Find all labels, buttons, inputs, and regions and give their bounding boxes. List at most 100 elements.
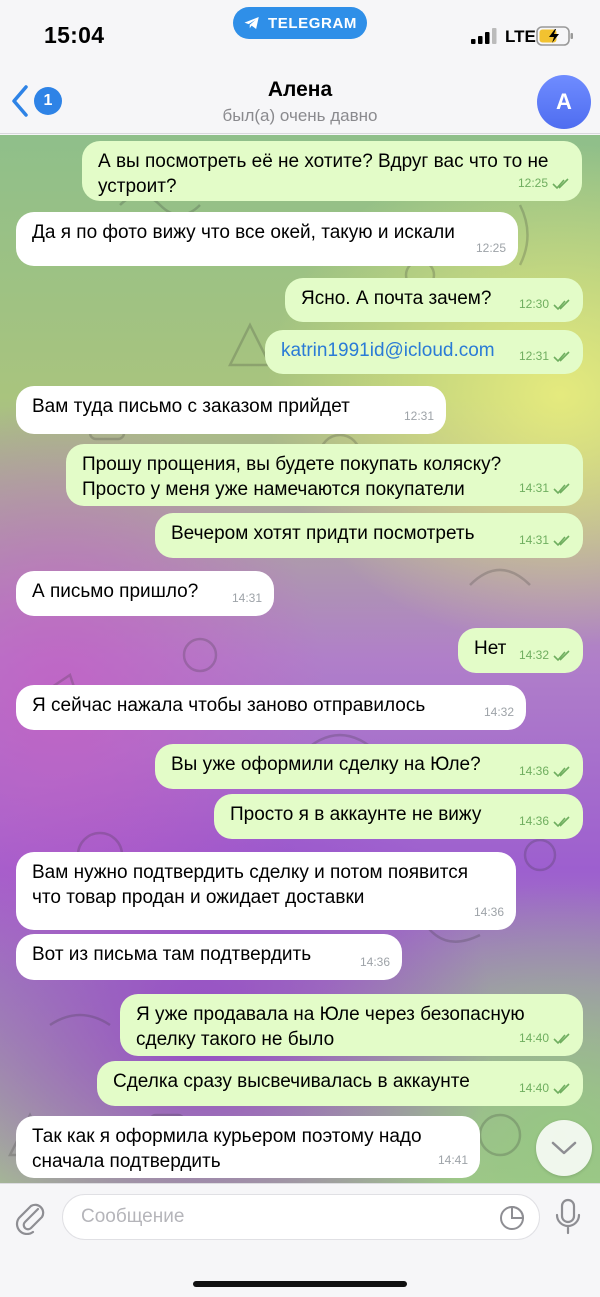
scroll-to-bottom-button[interactable] xyxy=(536,1120,592,1176)
message-incoming[interactable]: Вот из письма там подтвердить 14:36 xyxy=(16,934,402,980)
message-incoming[interactable]: Да я по фото вижу что все окей, такую и … xyxy=(16,212,518,266)
message-time: 14:32 xyxy=(483,705,514,719)
message-text: Я уже продавала на Юле через безопасную … xyxy=(136,1004,530,1050)
message-meta: 14:32 xyxy=(519,643,571,668)
message-time: 14:41 xyxy=(437,1153,468,1167)
message-outgoing[interactable]: Сделка сразу высвечивалась в аккаунте 14… xyxy=(97,1061,583,1106)
battery-icon xyxy=(536,26,573,46)
message-time: 12:31 xyxy=(518,349,549,363)
read-ticks-icon xyxy=(553,649,570,661)
chat-header: 1 Алена был(а) очень давно А xyxy=(0,70,600,134)
message-time: 14:40 xyxy=(518,1081,549,1095)
message-text: Так как я оформила курьером поэтому надо… xyxy=(32,1126,427,1172)
message-meta: 14:36 xyxy=(360,950,390,975)
message-meta: 12:31 xyxy=(404,404,434,429)
sticker-icon[interactable] xyxy=(499,1205,525,1231)
chat-last-seen: был(а) очень давно xyxy=(222,106,378,125)
email-link[interactable]: katrin1991id@icloud.com xyxy=(281,340,495,361)
message-time: 14:31 xyxy=(518,481,549,495)
message-text: Вам туда письмо с заказом прийдет xyxy=(32,396,350,417)
message-outgoing[interactable]: Ясно. А почта зачем? 12:30 xyxy=(285,278,583,322)
message-meta: 12:25 xyxy=(476,236,506,261)
message-text: Да я по фото вижу что все окей, такую и … xyxy=(32,222,455,243)
message-time: 14:40 xyxy=(518,1031,549,1045)
read-ticks-icon xyxy=(553,1082,570,1094)
message-outgoing[interactable]: Нет 14:32 xyxy=(458,628,583,673)
message-time: 14:31 xyxy=(231,591,262,605)
message-meta: 14:36 xyxy=(519,809,571,834)
message-incoming[interactable]: Я сейчас нажала чтобы заново отправилось… xyxy=(16,685,526,730)
message-input[interactable] xyxy=(63,1195,483,1239)
message-outgoing[interactable]: Просто я в аккаунте не вижу 14:36 xyxy=(214,794,583,839)
network-type: LTE xyxy=(505,27,536,46)
message-outgoing[interactable]: Прошу прощения, вы будете покупать коляс… xyxy=(66,444,583,506)
message-text: Вы уже оформили сделку на Юле? xyxy=(171,754,481,775)
read-ticks-icon xyxy=(553,298,570,310)
message-text: Ясно. А почта зачем? xyxy=(301,288,492,309)
read-ticks-icon xyxy=(553,534,570,546)
message-meta: 14:40 xyxy=(519,1026,571,1051)
message-time: 14:36 xyxy=(359,955,390,969)
message-meta: 14:36 xyxy=(474,900,504,925)
message-text: Я сейчас нажала чтобы заново отправилось xyxy=(32,695,426,716)
message-time: 14:32 xyxy=(518,648,549,662)
message-meta: 12:30 xyxy=(519,292,571,317)
message-meta: 12:31 xyxy=(519,344,571,369)
status-time: 15:04 xyxy=(44,22,105,48)
message-time: 14:36 xyxy=(473,905,504,919)
message-text: Вечером хотят придти посмотреть xyxy=(171,523,475,544)
message-meta: 14:31 xyxy=(519,476,571,501)
message-meta: 14:31 xyxy=(519,528,571,553)
message-text: Вот из письма там подтвердить xyxy=(32,944,312,965)
message-incoming[interactable]: Вам туда письмо с заказом прийдет 12:31 xyxy=(16,386,446,434)
read-ticks-icon xyxy=(553,815,570,827)
chevron-down-icon xyxy=(551,1141,577,1155)
telegram-icon xyxy=(244,17,259,29)
read-ticks-icon xyxy=(552,177,569,189)
paperclip-icon[interactable] xyxy=(14,1199,46,1235)
message-time: 14:36 xyxy=(518,764,549,778)
microphone-icon[interactable] xyxy=(554,1198,582,1236)
message-outgoing[interactable]: Вечером хотят придти посмотреть 14:31 xyxy=(155,513,583,558)
message-time: 12:31 xyxy=(403,409,434,423)
read-ticks-icon xyxy=(553,350,570,362)
message-outgoing[interactable]: Вы уже оформили сделку на Юле? 14:36 xyxy=(155,744,583,789)
message-time: 12:25 xyxy=(517,176,548,190)
message-text: Вам нужно подтвердить сделку и потом поя… xyxy=(32,862,474,908)
message-meta: 12:25 xyxy=(518,171,570,196)
message-text: Просто я в аккаунте не вижу xyxy=(230,804,482,825)
message-time: 14:36 xyxy=(518,814,549,828)
home-indicator[interactable] xyxy=(193,1281,407,1287)
message-incoming[interactable]: Вам нужно подтвердить сделку и потом поя… xyxy=(16,852,516,930)
message-outgoing[interactable]: Я уже продавала на Юле через безопасную … xyxy=(120,994,583,1056)
read-ticks-icon xyxy=(553,482,570,494)
message-text: А вы посмотреть её не хотите? Вдруг вас … xyxy=(98,151,554,197)
message-meta: 14:40 xyxy=(519,1076,571,1101)
message-text: А письмо пришло? xyxy=(32,581,199,602)
message-incoming[interactable]: А письмо пришло? 14:31 xyxy=(16,571,274,616)
telegram-pill[interactable]: TELEGRAM xyxy=(233,7,367,39)
chat-title[interactable]: Алена xyxy=(0,78,600,102)
message-outgoing[interactable]: А вы посмотреть её не хотите? Вдруг вас … xyxy=(82,141,582,201)
composer-bar xyxy=(0,1183,600,1297)
message-text: Сделка сразу высвечивалась в аккаунте xyxy=(113,1071,470,1092)
message-input-container xyxy=(62,1194,540,1240)
message-time: 12:25 xyxy=(475,241,506,255)
read-ticks-icon xyxy=(553,1032,570,1044)
status-bar: 15:04 TELEGRAM LTE xyxy=(0,0,600,70)
message-meta: 14:32 xyxy=(484,700,514,725)
avatar[interactable]: А xyxy=(537,75,591,129)
message-text: Прошу прощения, вы будете покупать коляс… xyxy=(82,454,507,500)
message-incoming[interactable]: Так как я оформила курьером поэтому надо… xyxy=(16,1116,480,1178)
message-text: Нет xyxy=(474,638,507,659)
read-ticks-icon xyxy=(553,765,570,777)
message-outgoing[interactable]: katrin1991id@icloud.com 12:31 xyxy=(265,330,583,374)
message-list[interactable]: А вы посмотреть её не хотите? Вдруг вас … xyxy=(0,135,600,1183)
message-meta: 14:41 xyxy=(438,1148,468,1173)
signal-icon xyxy=(471,28,497,44)
message-meta: 14:36 xyxy=(519,759,571,784)
message-time: 12:30 xyxy=(518,297,549,311)
telegram-pill-label: TELEGRAM xyxy=(268,14,357,32)
message-meta: 14:31 xyxy=(232,586,262,611)
message-time: 14:31 xyxy=(518,533,549,547)
